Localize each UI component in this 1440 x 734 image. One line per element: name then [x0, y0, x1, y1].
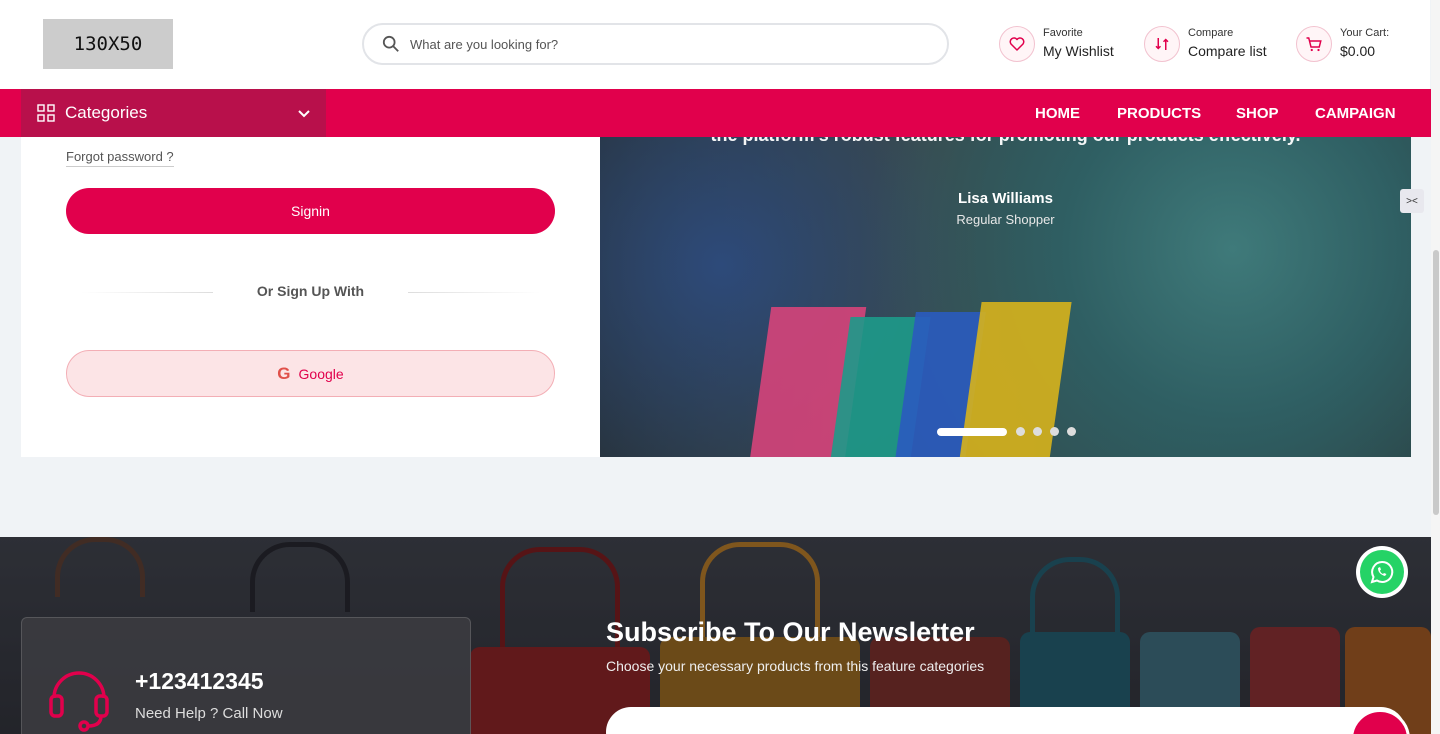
search-icon: [382, 35, 399, 52]
newsletter-description: Choose your necessary products from this…: [606, 658, 985, 674]
google-signin-button[interactable]: G Google: [66, 350, 555, 397]
wishlist-label: My Wishlist: [1043, 43, 1114, 59]
slider-dot[interactable]: [1067, 427, 1076, 436]
logo[interactable]: 130X50: [43, 19, 173, 69]
site-header: 130X50 Favorite My Wishlist Compare Comp…: [0, 0, 1430, 89]
cart-icon: [1296, 26, 1332, 62]
divider-right: [408, 292, 540, 293]
compare-label: Compare list: [1188, 43, 1267, 59]
search-bar[interactable]: [362, 23, 949, 65]
categories-label: Categories: [65, 103, 148, 122]
help-card: +123412345 Need Help ? Call Now: [21, 617, 471, 734]
cart-link[interactable]: Your Cart: $0.00: [1296, 26, 1389, 62]
wishlist-small-label: Favorite: [1043, 27, 1083, 39]
compare-icon: [1144, 26, 1180, 62]
nav-shop[interactable]: SHOP: [1236, 89, 1279, 137]
chevron-down-icon: [298, 110, 310, 118]
slider-dot[interactable]: [1016, 427, 1025, 436]
newsletter-section: +123412345 Need Help ? Call Now Subscrib…: [0, 537, 1431, 734]
newsletter-title: Subscribe To Our Newsletter: [606, 617, 975, 647]
or-sign-up-label: Or Sign Up With: [256, 283, 365, 299]
cart-small-label: Your Cart:: [1340, 27, 1390, 39]
compare-link[interactable]: Compare Compare list: [1144, 26, 1267, 62]
newsletter-email-input[interactable]: [606, 707, 1406, 734]
slider-dot[interactable]: [937, 427, 1007, 436]
nav-campaign[interactable]: CAMPAIGN: [1315, 89, 1396, 137]
search-input[interactable]: [410, 36, 910, 52]
help-text: Need Help ? Call Now: [135, 705, 283, 722]
testimonial-quote: the platform's robust features for promo…: [600, 137, 1411, 146]
testimonial-name: Lisa Williams: [958, 190, 1053, 207]
forgot-password-link[interactable]: Forgot password ?: [66, 149, 174, 167]
nav-home[interactable]: HOME: [1035, 89, 1080, 137]
nav-products[interactable]: PRODUCTS: [1117, 89, 1201, 137]
headset-icon: [49, 671, 109, 732]
testimonial-role: Regular Shopper: [956, 212, 1055, 227]
grid-icon: [37, 104, 55, 122]
cart-total: $0.00: [1340, 43, 1376, 59]
testimonial-slider: the platform's robust features for promo…: [600, 137, 1411, 457]
scrollbar-thumb[interactable]: [1433, 250, 1439, 515]
wishlist-link[interactable]: Favorite My Wishlist: [999, 26, 1114, 62]
collapse-icon[interactable]: ><: [1400, 189, 1424, 213]
main-nav: Categories HOME PRODUCTS SHOP CAMPAIGN: [0, 89, 1432, 137]
slider-dots: [937, 427, 1084, 436]
slider-dot[interactable]: [1033, 427, 1042, 436]
heart-icon: [999, 26, 1035, 62]
whatsapp-icon[interactable]: [1356, 546, 1408, 598]
help-phone[interactable]: +123412345: [135, 668, 264, 695]
google-icon: G: [277, 363, 291, 383]
slider-dot[interactable]: [1050, 427, 1059, 436]
categories-dropdown[interactable]: Categories: [21, 89, 326, 137]
login-panel: Forgot password ? Signin Or Sign Up With…: [21, 137, 600, 457]
compare-small-label: Compare: [1188, 27, 1234, 39]
signin-button[interactable]: Signin: [66, 188, 555, 234]
google-label: Google: [298, 365, 344, 382]
